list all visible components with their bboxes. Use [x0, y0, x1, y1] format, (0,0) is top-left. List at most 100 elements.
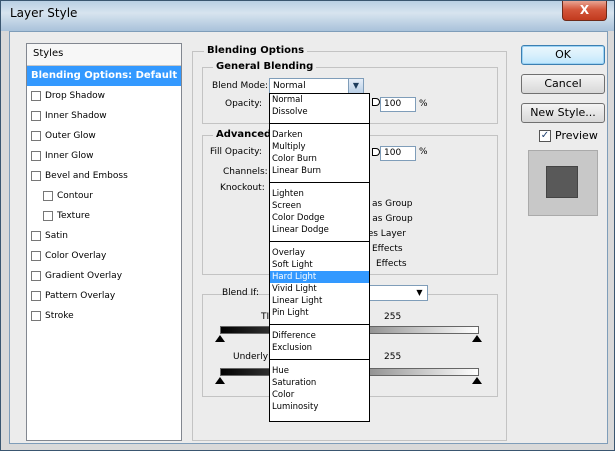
blend-mode-option-dissolve[interactable]: Dissolve	[270, 106, 369, 118]
style-item-label: Drop Shadow	[45, 91, 106, 101]
style-item-inner-glow[interactable]: Inner Glow	[27, 146, 181, 166]
blend-mode-option-saturation[interactable]: Saturation	[270, 377, 369, 389]
style-item-bevel-and-emboss[interactable]: Bevel and Emboss	[27, 166, 181, 186]
opacity-label: Opacity:	[225, 99, 262, 109]
style-item-label: Blending Options: Default	[31, 70, 178, 81]
style-checkbox[interactable]	[31, 131, 41, 141]
this-layer-label: TI	[261, 312, 270, 322]
slider-pointer-icon[interactable]	[372, 98, 380, 106]
style-item-satin[interactable]: Satin	[27, 226, 181, 246]
blend-mode-option-multiply[interactable]: Multiply	[270, 141, 369, 153]
style-item-label: Stroke	[45, 311, 74, 321]
style-item-blending-options-default[interactable]: Blending Options: Default	[27, 66, 181, 86]
preview-checkbox[interactable]: ✓	[539, 130, 551, 142]
style-item-label: Texture	[57, 211, 90, 221]
this-layer-value: 255	[384, 312, 402, 322]
style-item-stroke[interactable]: Stroke	[27, 306, 181, 326]
ok-button[interactable]: OK	[521, 45, 605, 65]
blend-mode-option-hard-light[interactable]: Hard Light	[270, 271, 369, 283]
knockout-label: Knockout:	[220, 183, 265, 193]
blend-mode-option-difference[interactable]: Difference	[270, 330, 369, 342]
blend-mode-option-color-dodge[interactable]: Color Dodge	[270, 212, 369, 224]
blend-mode-option-color-burn[interactable]: Color Burn	[270, 153, 369, 165]
blend-mode-option-pin-light[interactable]: Pin Light	[270, 307, 369, 319]
blend-mode-select[interactable]: Normal ▼	[269, 78, 364, 94]
blend-mode-option-screen[interactable]: Screen	[270, 200, 369, 212]
style-checkbox[interactable]	[31, 291, 41, 301]
style-item-contour[interactable]: Contour	[27, 186, 181, 206]
blend-mode-option-normal[interactable]: Normal	[270, 94, 369, 106]
underlying-black-slider[interactable]	[215, 377, 225, 384]
blend-mode-option-vivid-light[interactable]: Vivid Light	[270, 283, 369, 295]
layer-mask-hides-effects-label[interactable]: Effects	[372, 244, 403, 254]
style-item-label: Gradient Overlay	[45, 271, 123, 281]
underlying-white-slider[interactable]	[472, 377, 482, 384]
new-style-button[interactable]: New Style...	[521, 103, 605, 123]
style-item-outer-glow[interactable]: Outer Glow	[27, 126, 181, 146]
style-item-inner-shadow[interactable]: Inner Shadow	[27, 106, 181, 126]
blend-mode-value: Normal	[273, 81, 306, 91]
style-checkbox[interactable]	[31, 151, 41, 161]
blend-mode-dropdown-list: Normal Dissolve Darken Multiply Color Burn Li…	[269, 93, 370, 422]
fill-opacity-input[interactable]: 100	[380, 146, 416, 161]
style-item-label: Inner Glow	[45, 151, 94, 161]
opacity-input[interactable]: 100	[380, 97, 416, 112]
layer-style-window: Layer Style X Styles Blending Options: D…	[0, 0, 615, 451]
general-blending-title: General Blending	[213, 61, 317, 72]
opacity-percent: %	[419, 99, 428, 109]
style-item-label: Pattern Overlay	[45, 291, 116, 301]
advanced-blending-title: Advanced	[213, 129, 275, 140]
slider-pointer-icon[interactable]	[372, 148, 380, 156]
fill-opacity-label: Fill Opacity:	[210, 147, 262, 157]
blend-mode-option-linear-burn[interactable]: Linear Burn	[270, 165, 369, 177]
dropdown-separator	[270, 324, 369, 325]
style-item-texture[interactable]: Texture	[27, 206, 181, 226]
preview-swatch	[546, 166, 578, 198]
blend-mode-option-luminosity[interactable]: Luminosity	[270, 401, 369, 413]
this-layer-white-slider[interactable]	[472, 335, 482, 342]
styles-header[interactable]: Styles	[27, 44, 181, 66]
vector-mask-hides-effects-label[interactable]: Effects	[376, 259, 407, 269]
style-checkbox[interactable]	[31, 171, 41, 181]
style-checkbox[interactable]	[31, 271, 41, 281]
blend-mode-option-exclusion[interactable]: Exclusion	[270, 342, 369, 354]
blending-options-title: Blending Options	[204, 45, 308, 56]
blend-mode-label: Blend Mode:	[212, 81, 269, 91]
style-item-drop-shadow[interactable]: Drop Shadow	[27, 86, 181, 106]
blend-mode-option-linear-light[interactable]: Linear Light	[270, 295, 369, 307]
style-checkbox[interactable]	[31, 91, 41, 101]
style-checkbox[interactable]	[43, 211, 53, 221]
preview-label[interactable]: Preview	[555, 129, 598, 142]
preview-thumbnail	[528, 150, 598, 216]
blend-mode-option-soft-light[interactable]: Soft Light	[270, 259, 369, 271]
dropdown-separator	[270, 241, 369, 242]
style-checkbox[interactable]	[43, 191, 53, 201]
chevron-down-icon[interactable]: ▼	[412, 286, 427, 300]
style-checkbox[interactable]	[31, 251, 41, 261]
blend-mode-option-hue[interactable]: Hue	[270, 365, 369, 377]
chevron-down-icon[interactable]: ▼	[348, 79, 363, 93]
style-item-label: Color Overlay	[45, 251, 107, 261]
this-layer-black-slider[interactable]	[215, 335, 225, 342]
style-item-label: Outer Glow	[45, 131, 96, 141]
blend-mode-option-lighten[interactable]: Lighten	[270, 188, 369, 200]
style-item-label: Satin	[45, 231, 68, 241]
blend-mode-option-linear-dodge[interactable]: Linear Dodge	[270, 224, 369, 236]
style-item-label: Bevel and Emboss	[45, 171, 128, 181]
style-checkbox[interactable]	[31, 111, 41, 121]
dropdown-separator	[270, 123, 369, 124]
blend-mode-option-color[interactable]: Color	[270, 389, 369, 401]
style-item-pattern-overlay[interactable]: Pattern Overlay	[27, 286, 181, 306]
blend-mode-option-darken[interactable]: Darken	[270, 129, 369, 141]
title-bar[interactable]: Layer Style X	[1, 1, 614, 31]
fill-opacity-percent: %	[419, 147, 428, 157]
underlying-layer-value: 255	[384, 352, 402, 362]
style-item-gradient-overlay[interactable]: Gradient Overlay	[27, 266, 181, 286]
blend-mode-option-overlay[interactable]: Overlay	[270, 247, 369, 259]
blend-if-select[interactable]: ▼	[362, 285, 428, 301]
close-button[interactable]: X	[562, 1, 607, 21]
style-checkbox[interactable]	[31, 231, 41, 241]
style-item-color-overlay[interactable]: Color Overlay	[27, 246, 181, 266]
cancel-button[interactable]: Cancel	[521, 74, 605, 94]
style-checkbox[interactable]	[31, 311, 41, 321]
